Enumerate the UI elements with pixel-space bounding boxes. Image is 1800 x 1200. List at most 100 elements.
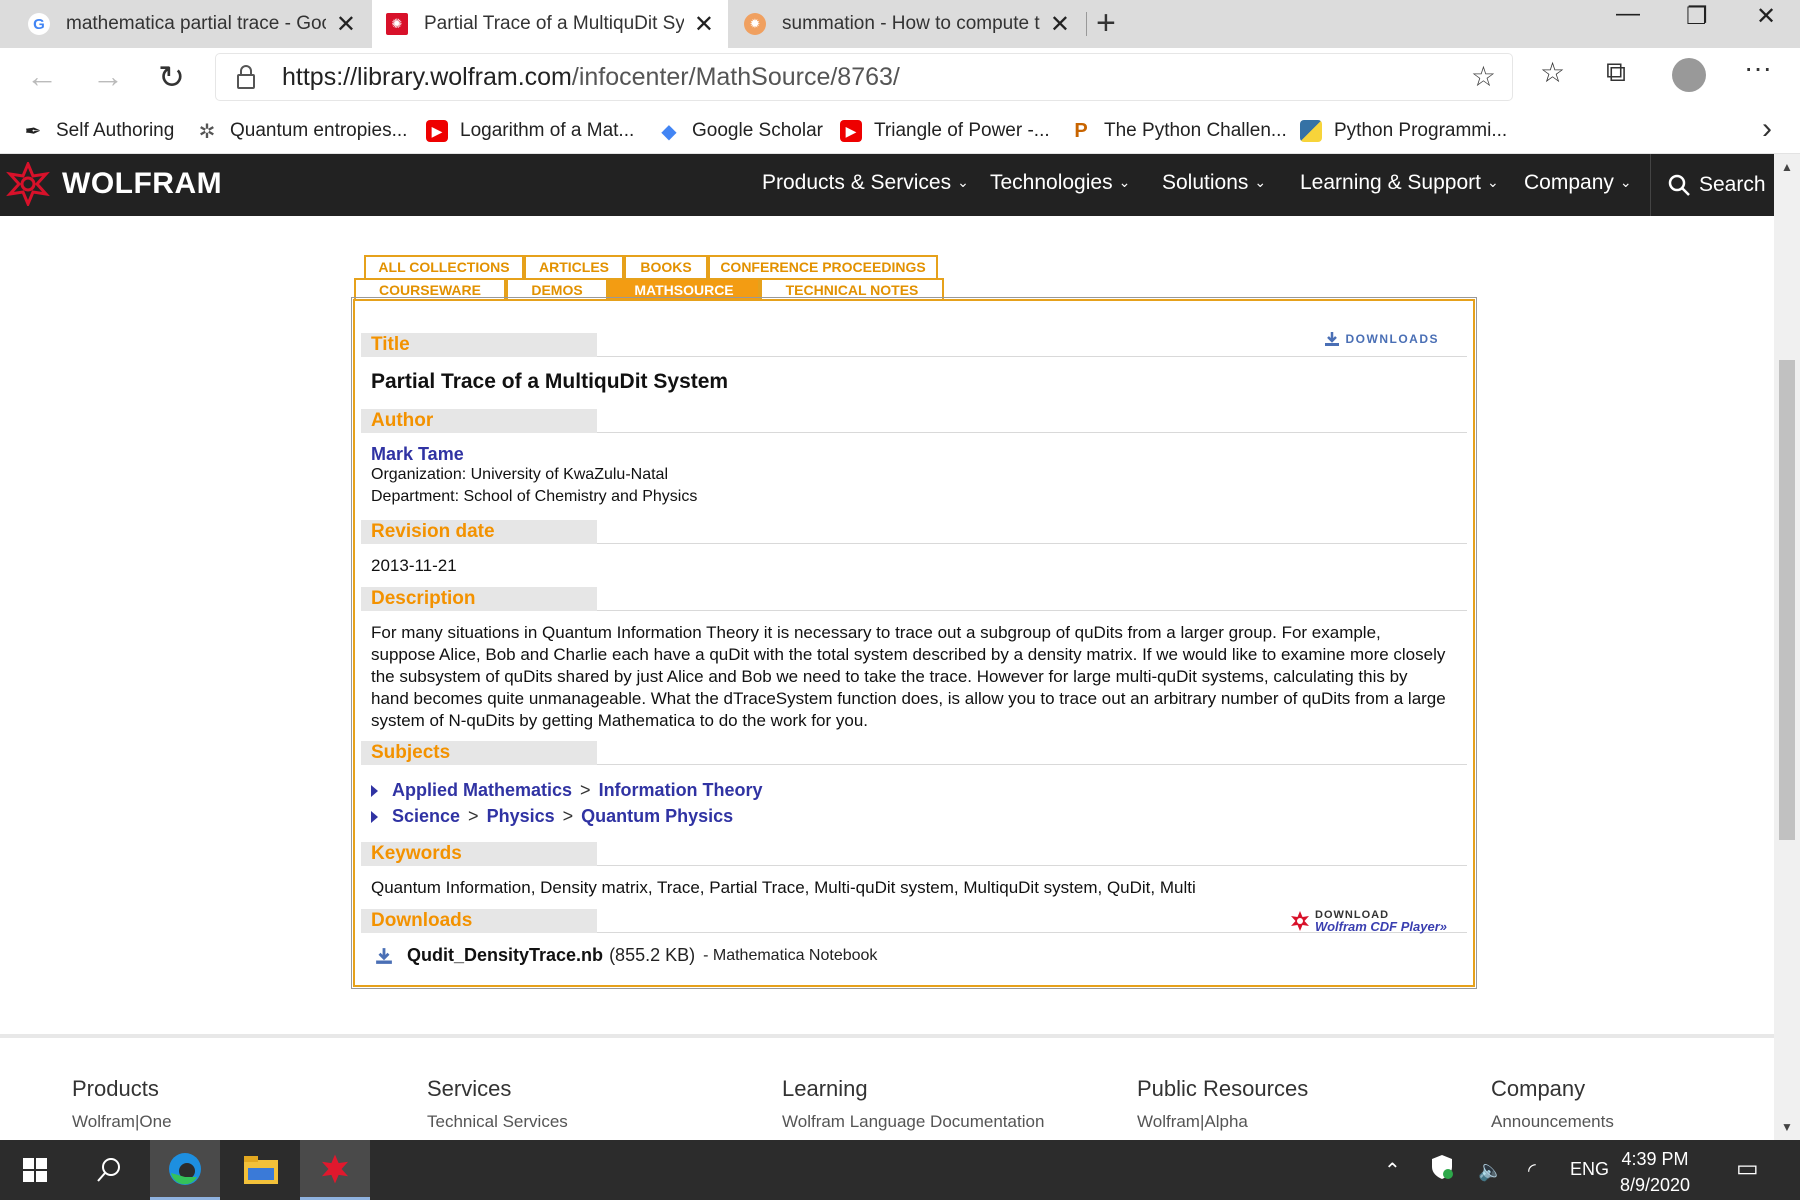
bookmark-item[interactable]: Python Programmi... <box>1300 116 1507 146</box>
taskbar-search-button[interactable] <box>74 1140 144 1200</box>
chevron-down-icon: ⌄ <box>957 174 969 190</box>
bookmark-label: Logarithm of a Mat... <box>460 120 635 141</box>
subject-link[interactable]: Physics <box>487 806 555 827</box>
bookmark-item[interactable]: ✲ Quantum entropies... <box>196 116 408 146</box>
tab-books[interactable]: BOOKS <box>624 255 708 278</box>
author-name-link[interactable]: Mark Tame <box>371 444 464 465</box>
footer-heading: Public Resources <box>1137 1076 1309 1101</box>
reload-icon[interactable]: ↻ <box>158 58 185 96</box>
footer-link[interactable]: Wolfram Language Documentation <box>782 1112 1044 1132</box>
tab-courseware[interactable]: COURSEWARE <box>354 278 506 301</box>
footer-link[interactable]: Announcements <box>1491 1112 1614 1132</box>
favorites-list-icon[interactable]: ☆ <box>1540 56 1565 89</box>
browser-tab-wolfram[interactable]: ✺ Partial Trace of a MultiquDit Syst ✕ <box>372 0 728 48</box>
taskbar-edge-button[interactable] <box>150 1140 220 1200</box>
minimize-icon[interactable]: — <box>1616 0 1640 28</box>
tab-all-collections[interactable]: ALL COLLECTIONS <box>364 255 524 278</box>
show-hidden-icons-chevron[interactable]: ⌃ <box>1384 1158 1401 1183</box>
bookmark-item[interactable]: P The Python Challen... <box>1070 116 1286 146</box>
chevron-right-icon[interactable]: › <box>1762 112 1772 146</box>
bookmark-item[interactable]: ▶ Triangle of Power -... <box>840 116 1050 146</box>
subject-link[interactable]: Applied Mathematics <box>392 780 572 801</box>
footer-column-learning: Learning Wolfram Language Documentation <box>782 1076 1044 1132</box>
nav-learning-support[interactable]: Learning & Support ⌄ <box>1300 171 1499 195</box>
item-description: For many situations in Quantum Informati… <box>371 623 1446 730</box>
close-tab-icon[interactable]: ✕ <box>336 10 356 39</box>
author-department: Department: School of Chemistry and Phys… <box>371 488 698 505</box>
favorite-star-icon[interactable]: ☆ <box>1471 60 1496 93</box>
footer-heading: Services <box>427 1076 512 1101</box>
volume-icon[interactable]: 🔈 <box>1478 1158 1503 1183</box>
revision-date: 2013-11-21 <box>371 556 457 575</box>
nav-solutions[interactable]: Solutions ⌄ <box>1162 171 1266 195</box>
tab-articles[interactable]: ARTICLES <box>524 255 624 278</box>
youtube-icon: ▶ <box>840 120 862 142</box>
taskbar-mathematica-button[interactable] <box>300 1140 370 1200</box>
address-field[interactable]: https://library.wolfram.com/infocenter/M… <box>216 54 1512 100</box>
close-tab-icon[interactable]: ✕ <box>694 10 714 39</box>
forward-arrow-icon[interactable]: → <box>92 58 124 95</box>
subject-link[interactable]: Quantum Physics <box>581 806 733 827</box>
tab-technical-notes[interactable]: TECHNICAL NOTES <box>760 278 944 301</box>
windows-start-button[interactable] <box>0 1140 70 1200</box>
search-label: Search <box>1699 173 1766 196</box>
lock-icon <box>237 65 255 89</box>
bookmark-item[interactable]: ✒ Self Authoring <box>22 116 175 146</box>
new-tab-button[interactable]: + <box>1096 4 1116 43</box>
page-scrollbar[interactable]: ▲ ▼ <box>1774 154 1800 1140</box>
nav-company[interactable]: Company ⌄ <box>1524 171 1632 195</box>
taskbar-file-explorer-button[interactable] <box>226 1140 296 1200</box>
item-keywords: Quantum Information, Density matrix, Tra… <box>371 878 1196 897</box>
profile-avatar[interactable] <box>1672 58 1706 92</box>
subject-path: Science > Physics > Quantum Physics <box>371 806 733 827</box>
footer-link[interactable]: Wolfram|Alpha <box>1137 1112 1308 1132</box>
footer-link[interactable]: Technical Services <box>427 1112 568 1132</box>
nav-products-services[interactable]: Products & Services ⌄ <box>762 171 969 195</box>
site-search-button[interactable]: Search <box>1650 154 1766 216</box>
browser-tab-google[interactable]: G mathematica partial trace - Goog ✕ <box>14 0 370 48</box>
footer-column-company: Company Announcements <box>1491 1076 1614 1132</box>
breadcrumb-separator: > <box>580 780 591 800</box>
close-window-icon[interactable]: ✕ <box>1756 2 1776 31</box>
footer-link[interactable]: Wolfram|One <box>72 1112 172 1132</box>
subject-link[interactable]: Science <box>392 806 460 827</box>
bookmark-item[interactable]: ▶ Logarithm of a Mat... <box>426 116 634 146</box>
more-menu-icon[interactable]: ··· <box>1744 52 1772 84</box>
tab-demos[interactable]: DEMOS <box>506 278 608 301</box>
scroll-up-icon[interactable]: ▲ <box>1781 160 1793 174</box>
collections-icon[interactable]: ⧉ <box>1606 56 1626 89</box>
chevron-down-icon: ⌄ <box>1619 174 1632 190</box>
footer-heading: Learning <box>782 1076 868 1101</box>
subject-link[interactable]: Information Theory <box>599 780 763 801</box>
clock[interactable]: 4:39 PM 8/9/2020 <box>1620 1146 1690 1198</box>
tab-mathsource[interactable]: MATHSOURCE <box>608 278 760 301</box>
wolfram-logo[interactable]: WOLFRAM <box>6 162 222 206</box>
scroll-down-icon[interactable]: ▼ <box>1781 1120 1793 1134</box>
cdf-player-download-link[interactable]: DOWNLOAD Wolfram CDF Player» <box>1289 910 1447 934</box>
wifi-icon[interactable]: ◜ <box>1528 1158 1536 1183</box>
section-description: Description <box>361 587 1467 611</box>
restore-icon[interactable]: ❐ <box>1686 2 1708 31</box>
bookmark-item[interactable]: ◆ Google Scholar <box>658 116 823 146</box>
footer-heading: Company <box>1491 1076 1586 1101</box>
scrollbar-thumb[interactable] <box>1779 360 1795 840</box>
python-challenge-icon: P <box>1074 119 1088 142</box>
file-name-link[interactable]: Qudit_DensityTrace.nb <box>407 945 603 966</box>
bookmark-label: Python Programmi... <box>1334 120 1508 141</box>
close-tab-icon[interactable]: ✕ <box>1050 10 1070 39</box>
nav-label: Learning & Support <box>1300 171 1481 194</box>
nav-technologies[interactable]: Technologies ⌄ <box>990 171 1130 195</box>
security-shield-icon[interactable] <box>1430 1154 1454 1186</box>
browser-tab-stackexchange[interactable]: ✹ summation - How to compute th ✕ <box>730 0 1084 48</box>
pen-icon: ✒ <box>24 120 42 143</box>
section-label: Keywords <box>361 842 597 866</box>
section-author: Author <box>361 409 1467 433</box>
tab-conference-proceedings[interactable]: CONFERENCE PROCEEDINGS <box>708 255 938 278</box>
download-icon <box>376 947 392 964</box>
section-label: Downloads <box>361 909 597 933</box>
language-indicator[interactable]: ENG <box>1570 1159 1609 1180</box>
back-arrow-icon[interactable]: ← <box>26 58 58 95</box>
cdf-player-text: DOWNLOAD Wolfram CDF Player» <box>1315 910 1447 934</box>
breadcrumb-separator: > <box>562 806 574 826</box>
notifications-icon[interactable]: ▭ <box>1736 1154 1759 1183</box>
